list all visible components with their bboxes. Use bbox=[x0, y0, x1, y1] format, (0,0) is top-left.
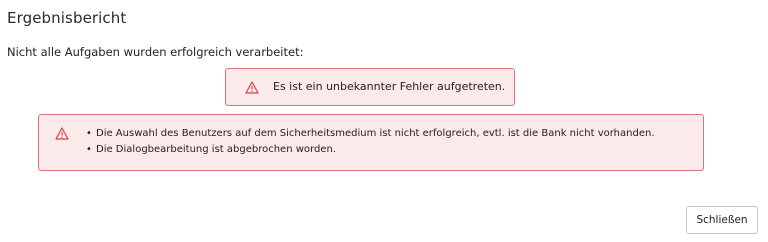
dialog-title: Ergebnisbericht bbox=[7, 9, 127, 27]
detail-error-text: Die Dialogbearbeitung ist abgebrochen wo… bbox=[96, 144, 336, 155]
main-error-alert: Es ist ein unbekannter Fehler aufgetrete… bbox=[225, 68, 515, 106]
detail-error-list: • Die Auswahl des Benutzers auf dem Siche… bbox=[86, 126, 655, 158]
close-button[interactable]: Schließen bbox=[686, 206, 758, 234]
dialog-subtitle: Nicht alle Aufgaben wurden erfolgreich v… bbox=[7, 45, 304, 59]
warning-icon bbox=[245, 81, 259, 94]
bullet: • bbox=[86, 144, 92, 155]
list-item: • Die Auswahl des Benutzers auf dem Siche… bbox=[86, 126, 655, 142]
bullet: • bbox=[86, 128, 92, 139]
warning-icon bbox=[55, 127, 69, 140]
list-item: • Die Dialogbearbeitung ist abgebrochen w… bbox=[86, 142, 655, 158]
detail-error-alert: • Die Auswahl des Benutzers auf dem Siche… bbox=[38, 114, 704, 171]
detail-error-text: Die Auswahl des Benutzers auf dem Sicher… bbox=[96, 128, 655, 139]
main-error-message: Es ist ein unbekannter Fehler aufgetrete… bbox=[273, 80, 506, 93]
result-report-dialog: Ergebnisbericht Nicht alle Aufgaben wurd… bbox=[0, 0, 768, 242]
